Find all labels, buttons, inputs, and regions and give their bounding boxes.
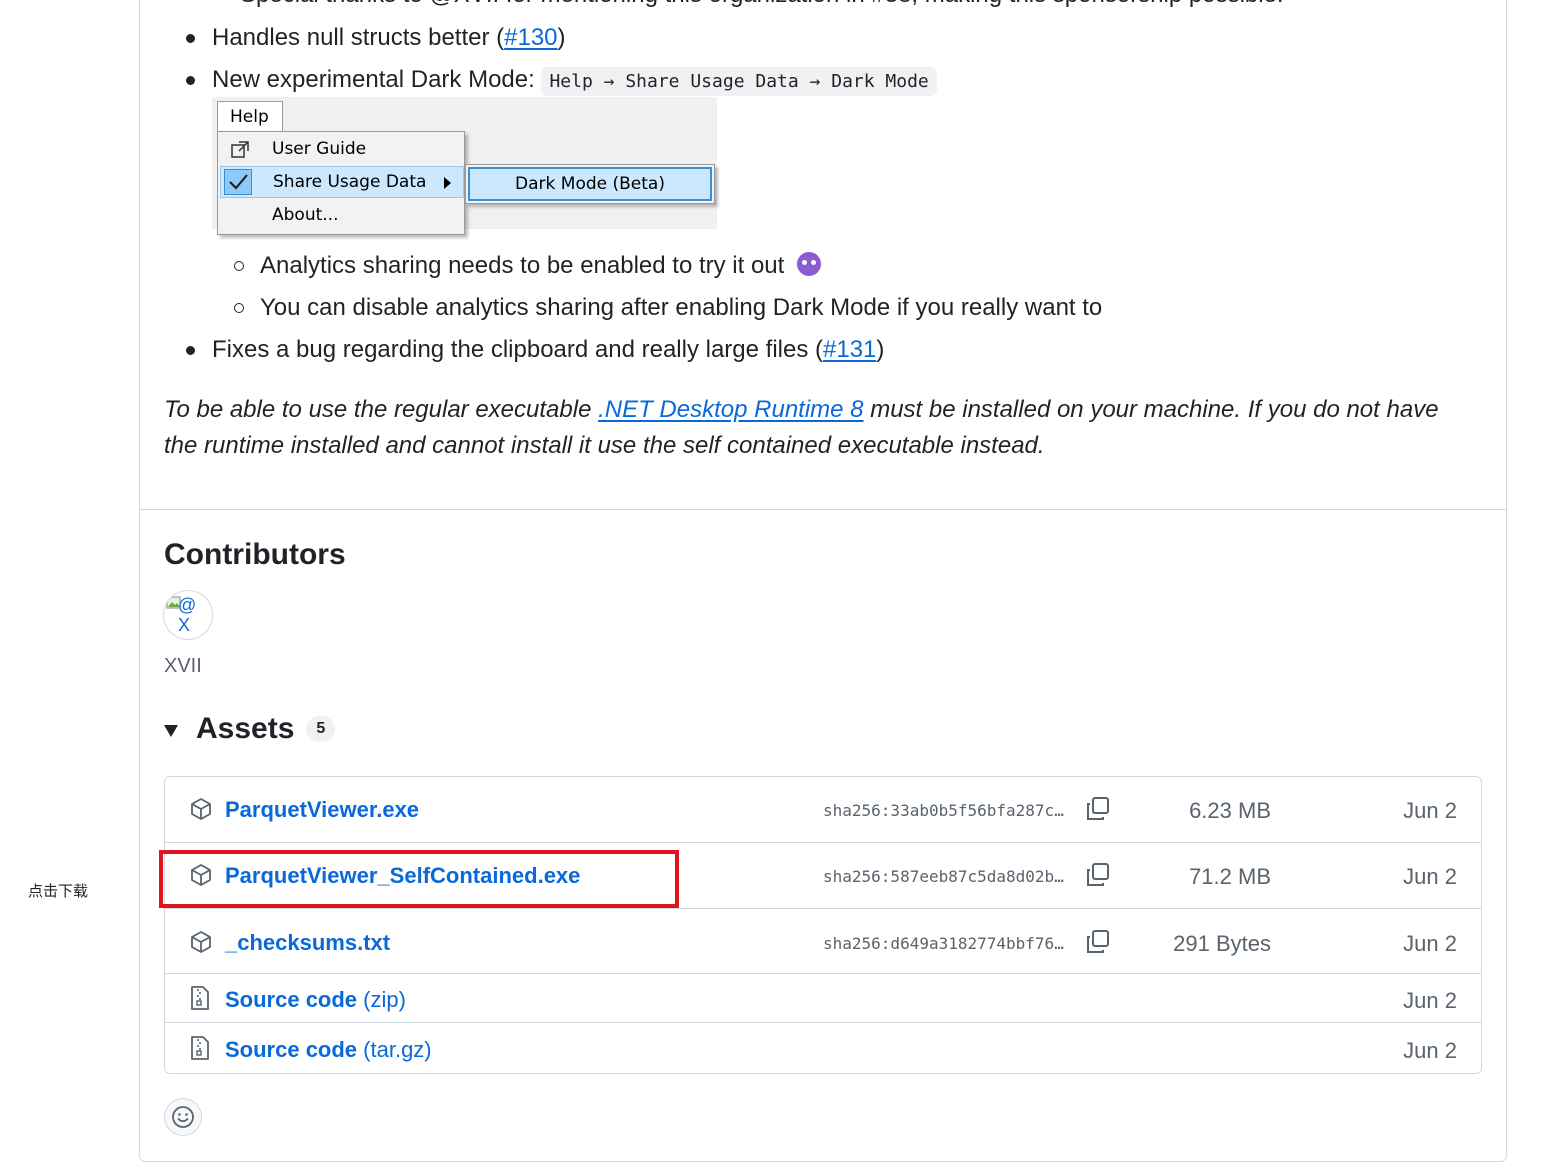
file-zip-icon bbox=[191, 986, 209, 1010]
menu-path-code: Help → Share Usage Data → Dark Mode bbox=[541, 67, 937, 96]
asset-size: 291 Bytes bbox=[1173, 931, 1271, 956]
runtime-note: To be able to use the regular executable… bbox=[164, 392, 1464, 464]
item-suffix: ) bbox=[876, 336, 885, 363]
item-text: Fixes a bug regarding the clipboard and … bbox=[212, 336, 824, 363]
asset-row: Source code (zip) Jun 2 bbox=[165, 973, 1481, 1022]
thanks-bullet-partial: Special thanks to @XVII for mentioning t… bbox=[240, 0, 1284, 10]
menu-label: User Guide bbox=[272, 139, 367, 159]
source-targz-link[interactable]: Source code (tar.gz) bbox=[225, 1037, 432, 1063]
list-item-clipboard: Fixes a bug regarding the clipboard and … bbox=[186, 335, 884, 365]
asset-date: Jun 2 bbox=[1403, 1038, 1457, 1063]
issue-link-131[interactable]: #131 bbox=[823, 336, 876, 363]
add-reaction-button[interactable] bbox=[164, 1098, 202, 1136]
bullet-dot bbox=[186, 34, 195, 43]
avatar-alt-text: @X bbox=[178, 595, 197, 635]
section-divider bbox=[139, 509, 1507, 510]
checkmark-icon bbox=[229, 174, 248, 190]
highlight-box bbox=[159, 850, 679, 908]
copy-icon[interactable] bbox=[1085, 796, 1111, 822]
asset-row: _checksums.txt sha256:d649a3182774bbf76…… bbox=[165, 908, 1481, 973]
bullet-circle bbox=[234, 261, 244, 271]
item-text: New experimental Dark Mode: bbox=[212, 66, 535, 93]
submenu-item-dark-mode: Dark Mode (Beta) bbox=[468, 167, 712, 201]
asset-sha: sha256:d649a3182774bbf76… bbox=[823, 934, 1064, 953]
issue-link-130[interactable]: #130 bbox=[504, 24, 557, 51]
asset-name: Source code bbox=[225, 1037, 358, 1062]
copy-icon[interactable] bbox=[1085, 862, 1111, 888]
contributor-name[interactable]: XVII bbox=[164, 655, 202, 678]
asset-date: Jun 2 bbox=[1403, 988, 1457, 1013]
contributors-heading: Contributors bbox=[164, 538, 346, 571]
item-text: You can disable analytics sharing after … bbox=[260, 294, 1103, 321]
assets-list: ParquetViewer.exe sha256:33ab0b5f56bfa28… bbox=[164, 776, 1482, 1074]
asset-format: (tar.gz) bbox=[363, 1037, 432, 1062]
note-text-before: To be able to use the regular executable bbox=[164, 396, 599, 423]
menu-item-about: About... bbox=[220, 200, 464, 232]
asset-link[interactable]: _checksums.txt bbox=[225, 930, 390, 956]
collapse-triangle-icon bbox=[164, 725, 178, 737]
dark-mode-submenu: Dark Mode (Beta) bbox=[465, 164, 715, 204]
sub-item-analytics: Analytics sharing needs to be enabled to… bbox=[234, 251, 821, 281]
assets-count-badge: 5 bbox=[306, 716, 336, 742]
click-to-download-note: 点击下载 bbox=[28, 883, 89, 900]
item-text: Handles null structs better ( bbox=[212, 24, 505, 51]
asset-date: Jun 2 bbox=[1403, 798, 1457, 823]
asset-format: (zip) bbox=[363, 987, 406, 1012]
asset-link[interactable]: ParquetViewer.exe bbox=[225, 797, 419, 823]
item-text: Analytics sharing needs to be enabled to… bbox=[260, 252, 785, 279]
check-box bbox=[224, 169, 252, 195]
thanks-text: Special thanks to @XVII for mentioning t… bbox=[240, 0, 1284, 8]
help-menu-panel: User Guide Share Usage Data About... bbox=[217, 131, 465, 235]
item-suffix: ) bbox=[557, 24, 566, 51]
bullet-circle bbox=[234, 303, 244, 313]
help-menu-tab: Help bbox=[217, 101, 283, 133]
asset-row: Source code (tar.gz) Jun 2 bbox=[165, 1022, 1481, 1073]
bullet-dot bbox=[186, 346, 195, 355]
copy-icon[interactable] bbox=[1085, 929, 1111, 955]
submenu-arrow-icon bbox=[444, 177, 451, 189]
list-item-null-structs: Handles null structs better (#130) bbox=[186, 23, 566, 53]
contributor-avatar[interactable]: @X bbox=[163, 590, 213, 640]
source-zip-link[interactable]: Source code (zip) bbox=[225, 987, 406, 1013]
dotnet-runtime-link[interactable]: .NET Desktop Runtime 8 bbox=[598, 396, 863, 423]
dark-mode-menu-screenshot: Help User Guide Share Usage Data About..… bbox=[212, 97, 717, 237]
asset-sha: sha256:587eeb87c5da8d02b… bbox=[823, 867, 1064, 886]
sub-item-disable: You can disable analytics sharing after … bbox=[234, 293, 1102, 323]
file-zip-icon bbox=[191, 1036, 209, 1060]
smiley-icon bbox=[172, 1106, 194, 1128]
package-icon bbox=[191, 798, 211, 820]
assets-toggle[interactable]: Assets 5 bbox=[164, 712, 336, 746]
menu-label: Share Usage Data bbox=[273, 172, 427, 192]
asset-size: 71.2 MB bbox=[1189, 864, 1271, 889]
asset-date: Jun 2 bbox=[1403, 864, 1457, 889]
asset-sha: sha256:33ab0b5f56bfa287c… bbox=[823, 801, 1064, 820]
external-link-icon bbox=[231, 141, 249, 158]
menu-item-share-usage: Share Usage Data bbox=[220, 166, 464, 198]
package-icon bbox=[191, 931, 211, 953]
list-item-dark-mode: New experimental Dark Mode: Help → Share… bbox=[186, 65, 937, 97]
disguised-face-emoji-icon bbox=[797, 252, 821, 276]
asset-row: ParquetViewer.exe sha256:33ab0b5f56bfa28… bbox=[165, 777, 1481, 842]
menu-item-user-guide: User Guide bbox=[220, 134, 464, 166]
assets-heading: Assets bbox=[196, 712, 295, 745]
menu-label: About... bbox=[272, 205, 339, 225]
asset-size: 6.23 MB bbox=[1189, 798, 1271, 823]
asset-date: Jun 2 bbox=[1403, 931, 1457, 956]
bullet-dot bbox=[186, 76, 195, 85]
asset-name: Source code bbox=[225, 987, 358, 1012]
